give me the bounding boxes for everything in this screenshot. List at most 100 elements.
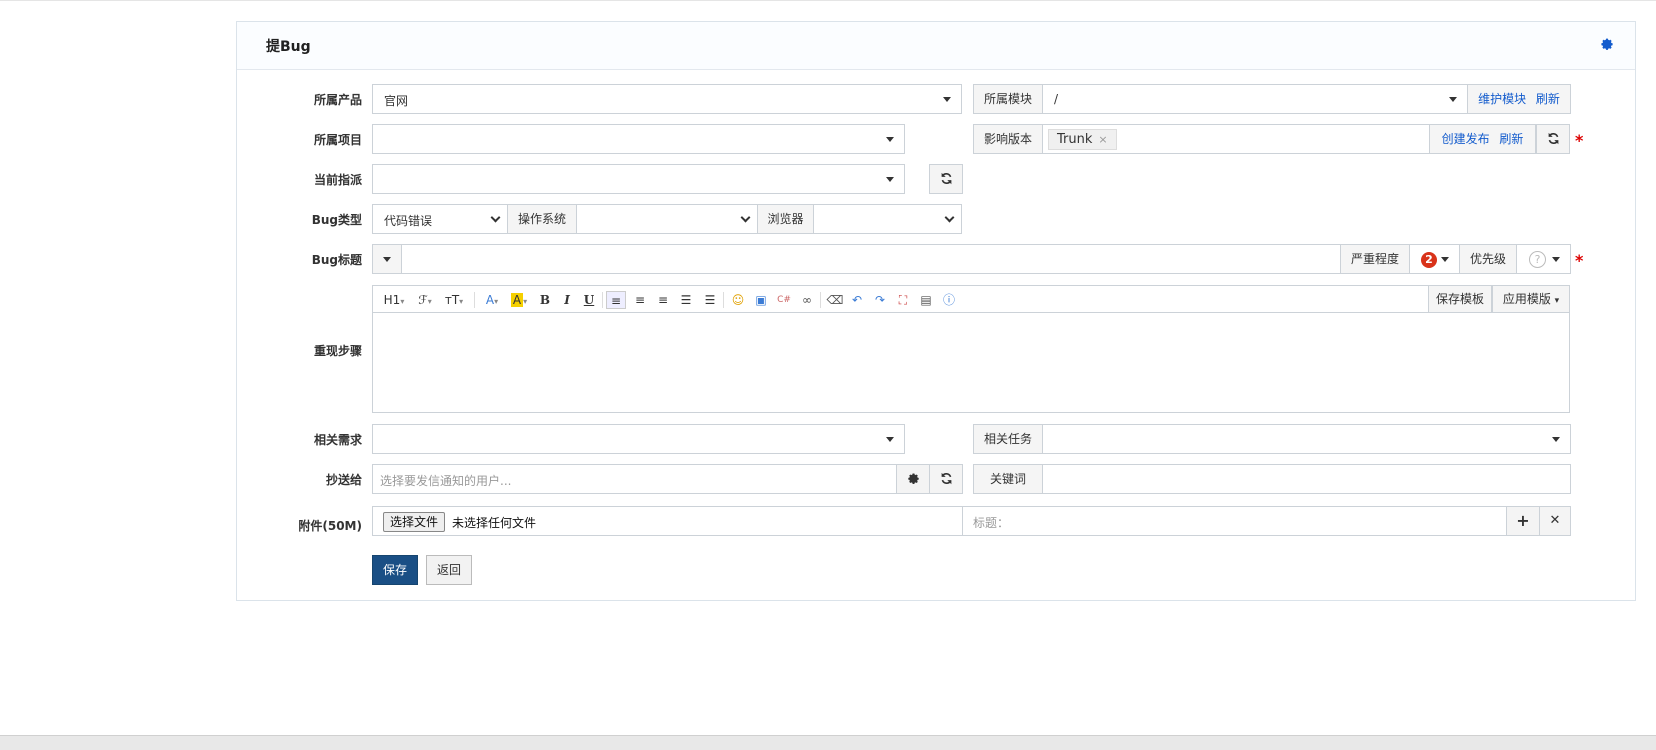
story-select[interactable] bbox=[372, 424, 905, 454]
highlight-button[interactable]: A ▾ bbox=[507, 291, 531, 309]
font-family-button[interactable]: ℱ▾ bbox=[413, 291, 437, 309]
toolbar-divider bbox=[474, 292, 475, 308]
font-color-text: A bbox=[485, 293, 495, 307]
align-center-icon[interactable]: ≡ bbox=[630, 291, 650, 309]
page-title: 提Bug bbox=[266, 39, 311, 55]
keywords-input[interactable] bbox=[1042, 464, 1571, 494]
required-mark: * bbox=[1575, 251, 1584, 270]
chevron-down-icon bbox=[944, 212, 955, 223]
build-actions: 创建发布 刷新 bbox=[1429, 124, 1536, 154]
add-file-button[interactable]: + bbox=[1506, 506, 1540, 536]
font-size-button[interactable]: тT▾ bbox=[441, 291, 467, 309]
cc-placeholder: 选择要发信通知的用户... bbox=[380, 474, 512, 488]
back-button[interactable]: 返回 bbox=[426, 555, 472, 585]
severity-select[interactable]: 2 bbox=[1409, 244, 1460, 274]
font-color-button[interactable]: A▾ bbox=[481, 291, 503, 309]
priority-select[interactable]: ? bbox=[1516, 244, 1571, 274]
chevron-down-icon bbox=[1449, 97, 1457, 102]
build-select[interactable]: Trunk × bbox=[1042, 124, 1430, 154]
code-icon[interactable]: C# bbox=[774, 291, 794, 309]
module-value: / bbox=[1054, 92, 1059, 106]
maintain-module-link[interactable]: 维护模块 bbox=[1478, 92, 1526, 106]
steps-editor[interactable] bbox=[372, 312, 1570, 413]
image-icon[interactable]: ▣ bbox=[751, 291, 771, 309]
project-select[interactable] bbox=[372, 124, 905, 154]
title-color-picker[interactable] bbox=[372, 244, 402, 274]
chevron-down-icon bbox=[886, 177, 894, 182]
module-label: 所属模块 bbox=[973, 84, 1043, 114]
bold-button[interactable]: B bbox=[537, 291, 553, 309]
close-icon: ✕ bbox=[1549, 513, 1561, 528]
gear-icon-svg bbox=[1601, 38, 1613, 50]
cc-settings-button[interactable] bbox=[896, 464, 930, 494]
refresh-module-link[interactable]: 刷新 bbox=[1536, 92, 1560, 106]
os-select[interactable] bbox=[576, 204, 758, 234]
undo-icon[interactable]: ↶ bbox=[847, 291, 867, 309]
italic-button[interactable]: I bbox=[559, 291, 575, 309]
steps-label: 重现步骤 bbox=[313, 344, 362, 358]
refresh-build-link[interactable]: 刷新 bbox=[1499, 132, 1523, 146]
build-tag-text: Trunk bbox=[1057, 132, 1093, 147]
remove-file-button[interactable]: ✕ bbox=[1539, 506, 1571, 536]
keywords-label: 关键词 bbox=[973, 464, 1043, 494]
align-right-icon[interactable]: ≡ bbox=[653, 291, 673, 309]
product-select[interactable]: 官网 bbox=[372, 84, 962, 114]
chevron-down-icon bbox=[886, 137, 894, 142]
plus-icon: + bbox=[1516, 511, 1530, 530]
heading-text: H1 bbox=[383, 293, 401, 307]
panel-header: 提Bug bbox=[237, 22, 1635, 70]
refresh-assign-button[interactable] bbox=[929, 164, 963, 194]
eraser-icon[interactable]: ⌫ bbox=[825, 291, 845, 309]
refresh-icon bbox=[941, 172, 951, 185]
project-label: 所属项目 bbox=[313, 133, 362, 147]
chevron-down-icon bbox=[383, 257, 391, 262]
refresh-button[interactable] bbox=[1536, 124, 1570, 154]
apply-template-button[interactable]: 应用模版 ▾ bbox=[1492, 285, 1570, 313]
type-select[interactable]: 代码错误 bbox=[372, 204, 508, 234]
emoji-icon[interactable]: ☺ bbox=[728, 291, 748, 309]
underline-button[interactable]: U bbox=[581, 291, 597, 309]
template-icon[interactable]: ▤ bbox=[916, 291, 936, 309]
severity-label: 严重程度 bbox=[1340, 244, 1410, 274]
cc-label: 抄送给 bbox=[325, 473, 362, 487]
tag-remove-icon[interactable]: × bbox=[1098, 133, 1107, 146]
toolbar-divider bbox=[820, 292, 821, 308]
product-value: 官网 bbox=[384, 94, 409, 108]
bottom-scrollbar[interactable] bbox=[0, 735, 1656, 750]
refresh-icon bbox=[941, 472, 951, 485]
chevron-down-icon bbox=[886, 437, 894, 442]
module-select[interactable]: / bbox=[1042, 84, 1468, 114]
save-template-button[interactable]: 保存模板 bbox=[1428, 285, 1492, 313]
title-input[interactable] bbox=[401, 244, 1341, 274]
file-input[interactable]: 选择文件 未选择任何文件 bbox=[372, 506, 963, 536]
browser-select[interactable] bbox=[813, 204, 962, 234]
choose-file-button[interactable]: 选择文件 bbox=[383, 512, 446, 532]
chevron-down-icon bbox=[490, 212, 501, 223]
files-label: 附件(50M) bbox=[298, 519, 362, 533]
chevron-down-icon bbox=[943, 97, 951, 102]
fullscreen-icon[interactable]: ⛶ bbox=[893, 291, 913, 309]
file-title-input[interactable]: 标题： bbox=[962, 506, 1507, 536]
cc-input[interactable]: 选择要发信通知的用户... bbox=[372, 464, 897, 494]
ordered-list-icon[interactable]: ☰ bbox=[676, 291, 696, 309]
cc-refresh-button[interactable] bbox=[929, 464, 963, 494]
redo-icon[interactable]: ↷ bbox=[870, 291, 890, 309]
font-family-text: ℱ bbox=[418, 293, 428, 307]
type-value: 代码错误 bbox=[384, 214, 433, 228]
top-divider bbox=[0, 0, 1656, 1]
create-release-link[interactable]: 创建发布 bbox=[1442, 132, 1490, 146]
help-icon[interactable]: ⓘ bbox=[939, 291, 959, 309]
align-left-icon[interactable]: ≡ bbox=[606, 291, 626, 309]
save-button[interactable]: 保存 bbox=[372, 555, 418, 585]
gear-icon[interactable] bbox=[1599, 37, 1615, 53]
unordered-list-icon[interactable]: ☰ bbox=[700, 291, 720, 309]
link-icon[interactable]: ∞ bbox=[797, 291, 817, 309]
heading-button[interactable]: H1▾ bbox=[381, 291, 407, 309]
os-label: 操作系统 bbox=[507, 204, 577, 234]
assign-label: 当前指派 bbox=[313, 173, 362, 187]
assign-select[interactable] bbox=[372, 164, 905, 194]
no-file-text: 未选择任何文件 bbox=[452, 516, 537, 530]
task-select[interactable] bbox=[1042, 424, 1571, 454]
chevron-down-icon bbox=[1552, 257, 1560, 262]
chevron-down-icon bbox=[1441, 257, 1449, 262]
